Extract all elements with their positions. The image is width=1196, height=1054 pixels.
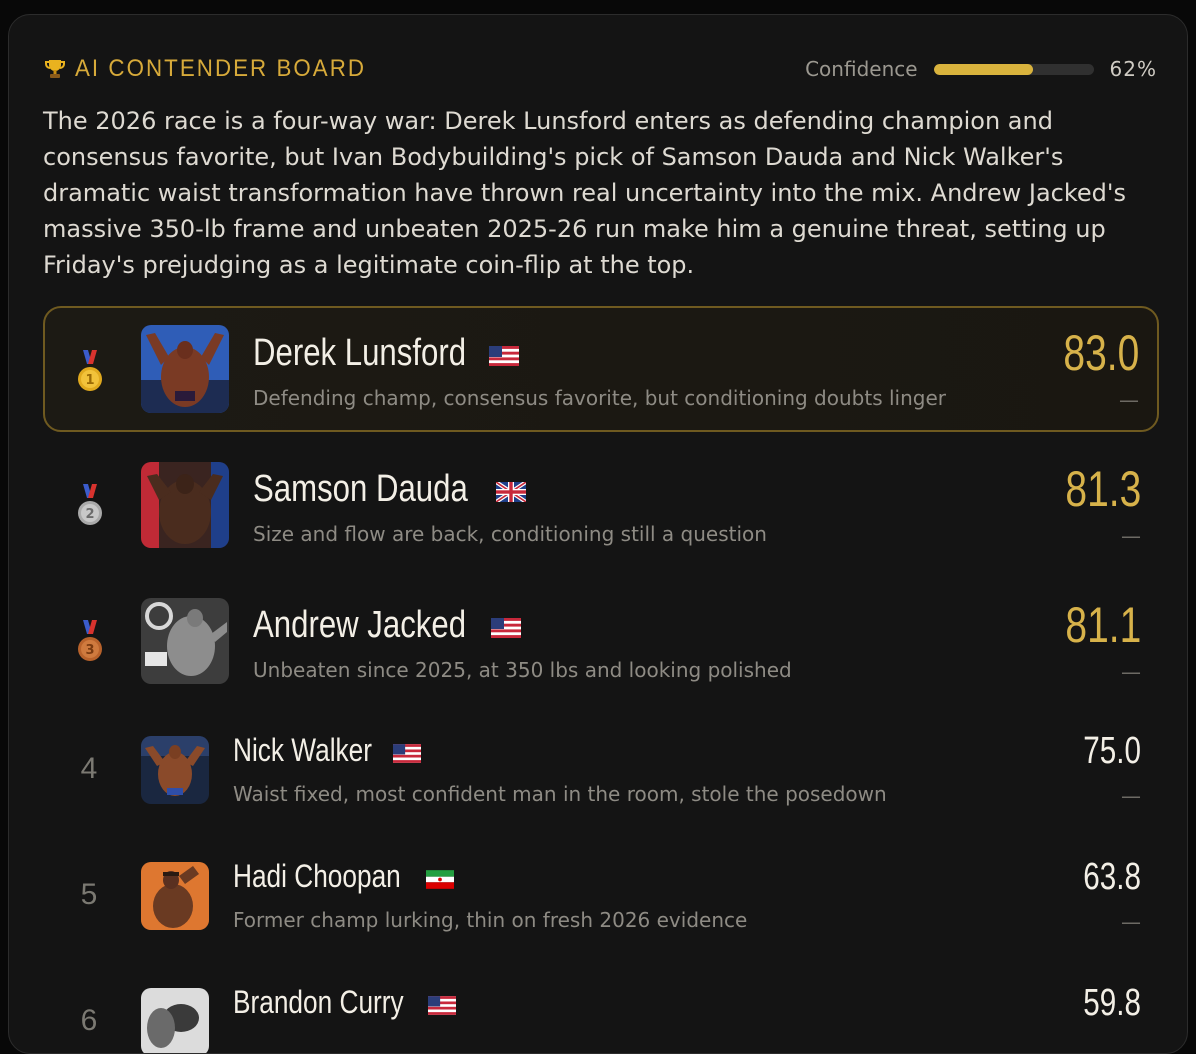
contender-name: Derek Lunsford (253, 332, 520, 376)
rank-number: 4 (80, 752, 98, 785)
medal-rank: 2 (85, 507, 94, 522)
us-flag-icon (393, 734, 422, 771)
board-header: AI CONTENDER BOARD Confidence 62% (43, 55, 1157, 89)
contender-name-text: Andrew Jacked (253, 604, 467, 646)
avatar (141, 736, 209, 804)
medal-rank: 3 (85, 643, 94, 658)
contender-score: 59.8 (1083, 982, 1141, 1024)
contender-name-text: Hadi Choopan (233, 858, 401, 894)
board-title: AI CONTENDER BOARD (43, 55, 388, 83)
contender-description: Waist fixed, most confident man in the r… (233, 782, 887, 806)
confidence-bar-fill (933, 63, 1033, 75)
medal-rank: 1 (85, 373, 94, 388)
contender-name: Andrew Jacked (253, 604, 522, 648)
avatar (141, 598, 229, 684)
trophy-icon (45, 60, 65, 78)
contender-row[interactable]: 2 Samson Dauda Size and flow are back, c… (43, 442, 1159, 568)
contender-score: 83.0 (1063, 325, 1139, 381)
contender-name: Samson Dauda (253, 468, 526, 512)
avatar (141, 462, 229, 548)
contender-row[interactable]: 1 Derek Lunsford Defending champ, consen… (43, 306, 1159, 432)
contender-name: Hadi Choopan (233, 858, 455, 897)
avatar (141, 325, 229, 413)
contender-row[interactable]: 3 Andrew Jacked Unbeaten since 2025, at … (43, 578, 1159, 704)
us-flag-icon (491, 605, 522, 648)
rank-number: 5 (80, 878, 98, 911)
contender-row[interactable]: 6 Brandon Curry 59.8 (43, 966, 1159, 1053)
score-delta: — (1121, 784, 1141, 808)
contender-name-text: Derek Lunsford (253, 332, 467, 374)
contender-description: Former champ lurking, thin on fresh 2026… (233, 908, 748, 932)
rank-number: 6 (80, 1004, 98, 1037)
score-delta: — (1121, 524, 1141, 548)
contender-name-text: Brandon Curry (233, 984, 404, 1020)
contender-name-text: Nick Walker (233, 732, 372, 768)
iran-flag-icon (426, 860, 455, 897)
score-delta: — (1119, 388, 1139, 412)
uk-flag-icon (495, 469, 526, 512)
confidence-meter: Confidence 62% (805, 57, 1157, 81)
contender-description: Size and flow are back, conditioning sti… (253, 522, 767, 546)
confidence-percent: 62% (1109, 57, 1157, 81)
us-flag-icon (489, 333, 520, 376)
us-flag-icon (427, 986, 456, 1023)
avatar (141, 988, 209, 1053)
contender-name: Brandon Curry (233, 984, 456, 1023)
contender-score: 81.3 (1065, 461, 1141, 517)
contender-board-card: AI CONTENDER BOARD Confidence 62% The 20… (8, 14, 1188, 1054)
contender-name: Nick Walker (233, 732, 422, 771)
gold-medal-icon: 1 (78, 350, 102, 391)
confidence-bar (933, 63, 1094, 75)
avatar (141, 862, 209, 930)
silver-medal-icon: 2 (78, 484, 102, 525)
contender-description: Unbeaten since 2025, at 350 lbs and look… (253, 658, 792, 682)
contender-score: 63.8 (1083, 856, 1141, 898)
contender-score: 81.1 (1065, 597, 1141, 653)
contender-row[interactable]: 5 Hadi Choopan Former champ lurking, thi… (43, 840, 1159, 956)
contender-row[interactable]: 4 Nick Walker Waist fixed, most confiden… (43, 714, 1159, 830)
race-summary: The 2026 race is a four-way war: Derek L… (43, 107, 1127, 279)
contender-description: Defending champ, consensus favorite, but… (253, 386, 946, 410)
score-delta: — (1121, 660, 1141, 684)
bronze-medal-icon: 3 (78, 620, 102, 661)
contender-score: 75.0 (1083, 730, 1141, 772)
score-delta: — (1121, 910, 1141, 934)
board-title-text: AI CONTENDER BOARD (75, 55, 367, 82)
contender-name-text: Samson Dauda (253, 468, 468, 510)
confidence-label: Confidence (805, 57, 918, 81)
